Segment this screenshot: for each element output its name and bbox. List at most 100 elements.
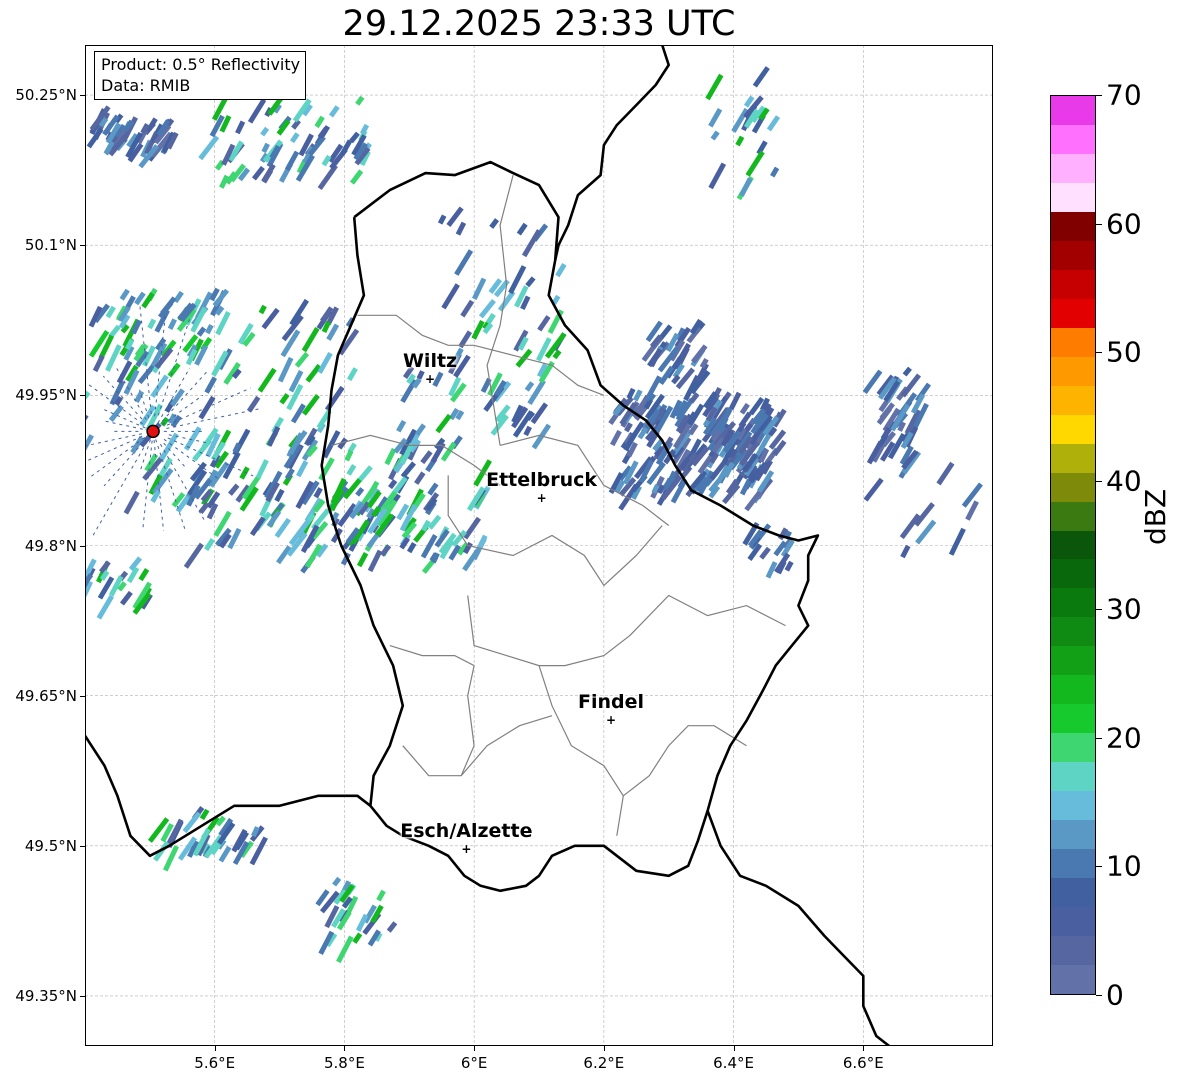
- echo-cell: [332, 876, 342, 887]
- echo-cell: [150, 374, 169, 398]
- lat-tick: [80, 245, 85, 247]
- lon-tick: [603, 1046, 605, 1051]
- colorbar-step: [1051, 327, 1095, 357]
- echo-cell: [318, 457, 335, 481]
- echo-cell: [766, 115, 781, 132]
- echo-cell: [301, 327, 320, 353]
- colorbar-tick-label: 20: [1106, 721, 1142, 755]
- product-label: Product: 0.5° Reflectivity: [101, 55, 301, 74]
- colorbar-step: [1051, 211, 1095, 241]
- echo-cell: [257, 367, 277, 393]
- echo-cell: [705, 73, 724, 101]
- city-label: Ettelbruck: [486, 469, 598, 492]
- echo-cell: [435, 413, 452, 434]
- country-boundary: [553, 45, 670, 261]
- colorbar-tick: [1096, 995, 1102, 996]
- echo-cell: [356, 552, 369, 568]
- echo-cell: [137, 364, 155, 385]
- colorbar-step: [1051, 501, 1095, 531]
- echo-cell: [745, 150, 765, 177]
- radar-map[interactable]: [85, 45, 993, 1046]
- colorbar-step: [1051, 356, 1095, 386]
- city-label: Esch/Alzette: [400, 819, 533, 842]
- echo-cell: [441, 283, 460, 310]
- echo-cell: [359, 123, 370, 135]
- city-label: Findel: [577, 690, 644, 713]
- radar-spoke: [85, 435, 143, 463]
- lat-tick: [80, 95, 85, 97]
- colorbar-step: [1051, 936, 1095, 966]
- echo-cell: [204, 376, 218, 394]
- lat-tick: [80, 995, 85, 997]
- echo-cell: [414, 471, 426, 485]
- echo-cell: [759, 546, 771, 560]
- echo-cell: [346, 463, 357, 476]
- colorbar-tick: [1096, 866, 1102, 868]
- echo-cell: [863, 477, 884, 502]
- echo-cell: [357, 465, 373, 483]
- echo-cell: [708, 108, 723, 128]
- echo-cell: [463, 516, 481, 540]
- echo-cell: [301, 393, 320, 416]
- echo-cell: [260, 126, 270, 137]
- echo-cell: [296, 460, 309, 478]
- colorbar-step: [1051, 269, 1095, 299]
- lat-label: 49.5°N: [24, 836, 77, 855]
- city-marker-icon: +: [425, 372, 436, 387]
- echo-cell: [900, 544, 911, 559]
- echo-cell: [196, 326, 207, 337]
- echo-cell: [349, 169, 364, 185]
- echo-cell: [85, 434, 94, 453]
- radar-spoke: [102, 408, 146, 429]
- echo-cell: [204, 538, 215, 552]
- reflectivity-echoes: [85, 66, 983, 964]
- colorbar-step: [1051, 240, 1095, 270]
- lon-tick: [733, 1046, 735, 1051]
- colorbar-step: [1051, 965, 1095, 994]
- echo-cell: [138, 568, 150, 582]
- colorbar-tick-label: 60: [1106, 207, 1142, 241]
- echo-cell: [183, 542, 204, 569]
- colorbar-step: [1051, 182, 1095, 212]
- city-label: Wiltz: [402, 350, 458, 373]
- lat-tick: [80, 695, 85, 697]
- colorbar-step: [1051, 298, 1095, 328]
- echo-cell: [279, 392, 290, 405]
- echo-cell: [246, 395, 261, 413]
- echo-cell: [537, 315, 551, 332]
- echo-cell: [521, 229, 542, 258]
- echo-cell: [336, 935, 354, 964]
- echo-cell: [471, 320, 485, 340]
- echo-cell: [735, 135, 745, 147]
- city-marker-icon: +: [536, 491, 547, 506]
- echo-cell: [455, 221, 467, 236]
- echo-cell: [352, 932, 363, 944]
- echo-cell: [277, 356, 294, 383]
- echo-cell: [406, 542, 417, 554]
- echo-cell: [239, 466, 250, 480]
- echo-cell: [324, 385, 345, 412]
- echo-cell: [347, 367, 358, 382]
- echo-cell: [524, 381, 535, 392]
- echo-cell: [454, 249, 474, 276]
- lat-tick: [80, 545, 85, 547]
- echo-cell: [344, 449, 354, 462]
- colorbar-step: [1051, 646, 1095, 676]
- echo-cell: [437, 214, 447, 225]
- echo-cell: [936, 461, 955, 486]
- echo-cell: [555, 263, 567, 278]
- lat-label: 50.25°N: [15, 86, 77, 105]
- colorbar-step: [1051, 617, 1095, 647]
- colorbar-step: [1051, 675, 1095, 705]
- canton-boundary: [467, 594, 786, 667]
- colorbar-step: [1051, 820, 1095, 850]
- lon-tick: [344, 1046, 346, 1051]
- colorbar-step: [1051, 124, 1095, 154]
- echo-cell: [899, 513, 921, 540]
- echo-cell: [167, 318, 177, 330]
- echo-cell: [211, 350, 229, 377]
- echo-cell: [523, 425, 532, 437]
- echo-cell: [247, 98, 267, 124]
- echo-cell: [386, 921, 398, 933]
- radar-site-marker: [146, 424, 160, 439]
